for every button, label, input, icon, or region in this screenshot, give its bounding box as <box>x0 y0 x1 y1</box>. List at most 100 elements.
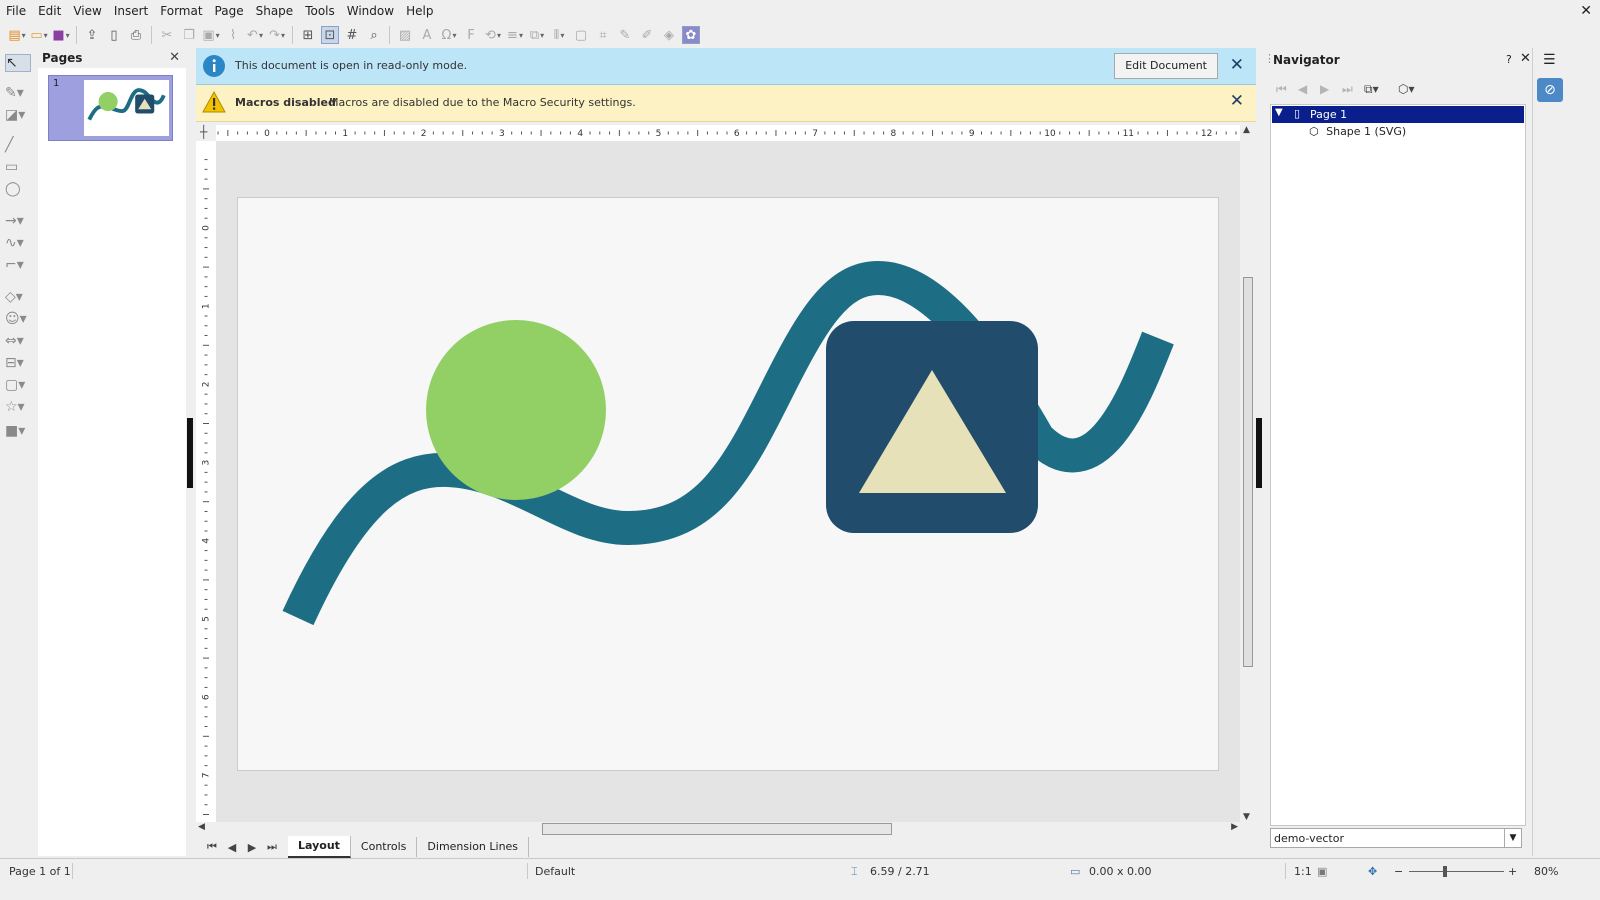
curve-tool-icon[interactable]: ∿▾ <box>5 234 31 252</box>
horizontal-scrollbar[interactable]: ◀ ▶ <box>196 822 1240 836</box>
symbol-shapes-icon[interactable]: ☺▾ <box>5 310 31 328</box>
green-circle-shape[interactable] <box>426 320 606 500</box>
edit-document-button[interactable]: Edit Document <box>1114 53 1218 79</box>
print-icon[interactable]: ⎙ <box>127 26 145 44</box>
collapse-pages-handle[interactable] <box>187 418 193 488</box>
transformations-icon[interactable]: ⟲ <box>484 26 502 44</box>
fontwork-icon[interactable]: F <box>462 26 480 44</box>
next-tab-icon[interactable]: ▶ <box>242 841 262 854</box>
close-icon[interactable]: ✕ <box>169 50 180 65</box>
points-icon[interactable]: ✎ <box>616 26 634 44</box>
zoom-out-icon[interactable]: − <box>1394 865 1403 878</box>
copy-icon[interactable]: ❐ <box>180 26 198 44</box>
horizontal-scroll-thumb[interactable] <box>542 823 892 835</box>
arrow-line-icon[interactable]: →▾ <box>5 212 31 230</box>
document-select[interactable]: demo-vector ▼ <box>1270 828 1522 848</box>
first-slide-icon[interactable]: ⏮ <box>1276 82 1294 98</box>
menu-tools[interactable]: Tools <box>299 0 341 22</box>
document-modified-icon[interactable]: ▣ <box>1317 865 1327 878</box>
save-icon[interactable]: ■ <box>52 26 70 44</box>
open-folder-icon[interactable]: ▭ <box>30 26 48 44</box>
glue-points-icon[interactable]: ✐ <box>638 26 656 44</box>
close-infobar-icon[interactable]: ✕ <box>1230 91 1244 111</box>
helplines-icon[interactable]: # <box>343 26 361 44</box>
zoom-slider-track[interactable] <box>1409 871 1504 872</box>
previous-tab-icon[interactable]: ◀ <box>222 841 242 854</box>
navigator-tree[interactable]: ▼ ▯ Page 1 ⬡ Shape 1 (SVG) <box>1270 104 1526 826</box>
tab-layout[interactable]: Layout <box>288 836 351 858</box>
sidebar-menu-icon[interactable]: ☰ <box>1543 52 1556 68</box>
fit-page-icon[interactable]: ✥ <box>1368 865 1377 878</box>
slide-thumbnail[interactable]: 1 <box>48 75 173 141</box>
new-document-icon[interactable]: ▤ <box>8 26 26 44</box>
ellipse-tool-icon[interactable]: ◯ <box>5 180 31 198</box>
cut-icon[interactable]: ✂ <box>158 26 176 44</box>
next-slide-icon[interactable]: ▶ <box>1320 82 1338 98</box>
previous-slide-icon[interactable]: ◀ <box>1298 82 1316 98</box>
status-zoom[interactable]: 80% <box>1534 865 1558 878</box>
tab-controls[interactable]: Controls <box>351 837 418 857</box>
last-slide-icon[interactable]: ⏭ <box>1342 82 1360 98</box>
undo-icon[interactable]: ↶ <box>246 26 264 44</box>
flowchart-icon[interactable]: ⊟▾ <box>5 354 31 372</box>
block-arrows-icon[interactable]: ⇔▾ <box>5 332 31 350</box>
callouts-icon[interactable]: ▢▾ <box>5 376 31 394</box>
select-arrow-icon[interactable]: ↖ <box>5 54 31 72</box>
menu-file[interactable]: File <box>0 0 32 22</box>
paste-icon[interactable]: ▣ <box>202 26 220 44</box>
zoom-pan-icon[interactable]: ⌕ <box>365 26 383 44</box>
vertical-scrollbar[interactable]: ▲ ▼ <box>1240 125 1256 822</box>
insert-special-character-icon[interactable]: Ω <box>440 26 458 44</box>
export-pdf-icon[interactable]: ▯ <box>105 26 123 44</box>
redo-icon[interactable]: ↷ <box>268 26 286 44</box>
zoom-slider-thumb[interactable] <box>1443 866 1447 877</box>
menu-insert[interactable]: Insert <box>108 0 154 22</box>
menu-format[interactable]: Format <box>154 0 208 22</box>
fill-color-icon[interactable]: ◪▾ <box>5 106 31 124</box>
expand-icon[interactable]: ▼ <box>1275 107 1283 118</box>
help-icon[interactable]: ? <box>1506 53 1512 66</box>
shapes-filter-icon[interactable]: ⬡▾ <box>1398 82 1428 98</box>
navigator-tab-icon[interactable]: ⊘ <box>1537 78 1563 102</box>
shadow-icon[interactable]: ▢ <box>572 26 590 44</box>
menu-view[interactable]: View <box>67 0 107 22</box>
zoom-in-icon[interactable]: + <box>1508 865 1517 878</box>
connector-tool-icon[interactable]: ⌐▾ <box>5 256 31 274</box>
chevron-down-icon[interactable]: ▼ <box>1504 829 1521 847</box>
menu-help[interactable]: Help <box>400 0 439 22</box>
clone-formatting-icon[interactable]: ⌇ <box>224 26 242 44</box>
crop-icon[interactable]: ⌗ <box>594 26 612 44</box>
vertical-scroll-thumb[interactable] <box>1243 277 1253 667</box>
align-objects-icon[interactable]: ≡ <box>506 26 524 44</box>
insert-image-icon[interactable]: ▨ <box>396 26 414 44</box>
export-icon[interactable]: ⇪ <box>83 26 101 44</box>
grid-icon[interactable]: ⊞ <box>299 26 317 44</box>
show-draw-functions-icon[interactable]: ✿ <box>682 26 700 44</box>
line-tool-icon[interactable]: ╱ <box>5 136 31 154</box>
menu-window[interactable]: Window <box>341 0 400 22</box>
drawing-canvas[interactable] <box>216 141 1240 822</box>
vertical-ruler[interactable]: 0 1 2 3 4 5 6 7 <box>196 141 217 822</box>
close-window-icon[interactable]: ✕ <box>1580 2 1592 20</box>
tree-item-shape[interactable]: ⬡ Shape 1 (SVG) <box>1309 125 1406 142</box>
line-color-icon[interactable]: ✎▾ <box>5 84 31 102</box>
basic-shapes-icon[interactable]: ◇▾ <box>5 288 31 306</box>
stars-icon[interactable]: ☆▾ <box>5 398 31 416</box>
horizontal-ruler[interactable]: 0 1 2 3 4 5 6 7 8 9 10 11 12 <box>216 125 1240 142</box>
close-infobar-icon[interactable]: ✕ <box>1230 55 1244 75</box>
last-tab-icon[interactable]: ⏭ <box>262 840 282 854</box>
distribute-icon[interactable]: ⦀ <box>550 26 568 44</box>
tab-dimension-lines[interactable]: Dimension Lines <box>417 837 530 857</box>
insert-textbox-icon[interactable]: A <box>418 26 436 44</box>
drawing-page[interactable] <box>237 197 1219 771</box>
tree-item-page[interactable]: ▼ ▯ Page 1 <box>1272 106 1524 123</box>
first-tab-icon[interactable]: ⏮ <box>202 840 222 854</box>
menu-shape[interactable]: Shape <box>250 0 300 22</box>
toggle-extrusion-icon[interactable]: ◈ <box>660 26 678 44</box>
close-icon[interactable]: ✕ <box>1520 51 1531 66</box>
menu-page[interactable]: Page <box>209 0 250 22</box>
rectangle-tool-icon[interactable]: ▭ <box>5 158 31 176</box>
drag-mode-icon[interactable]: ⧉▾ <box>1364 82 1394 98</box>
arrange-icon[interactable]: ⧉ <box>528 26 546 44</box>
menu-edit[interactable]: Edit <box>32 0 67 22</box>
